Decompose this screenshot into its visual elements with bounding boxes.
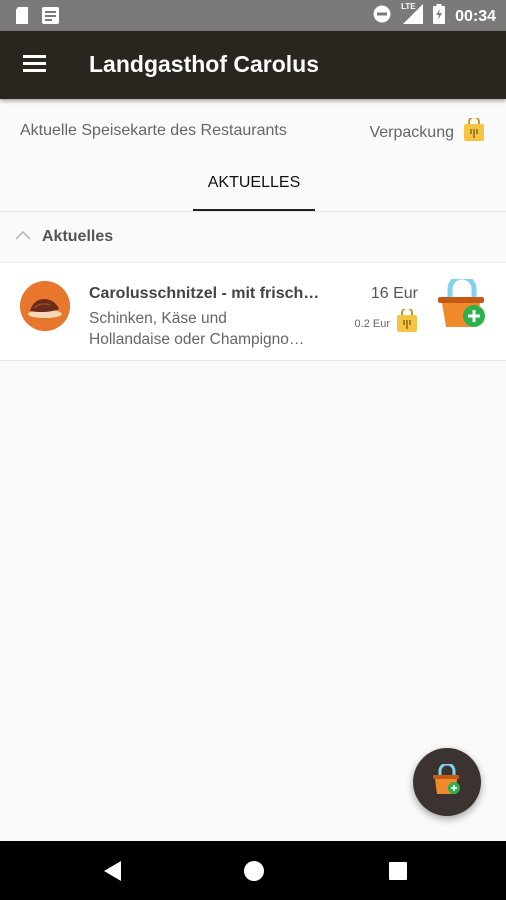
app-bar: Landgasthof Carolus — [0, 31, 506, 99]
takeaway-bag-icon — [462, 116, 486, 147]
takeaway-bag-icon — [396, 307, 418, 338]
list-item[interactable]: Carolusschnitzel - mit frisch… Schinken,… — [0, 262, 506, 361]
tab-aktuelles[interactable]: AKTUELLES — [193, 160, 315, 210]
status-bar: LTE 00:34 — [0, 0, 506, 31]
item-description-line: Schinken, Käse und — [89, 310, 227, 327]
sd-card-icon — [14, 7, 30, 29]
home-icon[interactable] — [242, 859, 266, 883]
item-price: 16 Eur — [370, 285, 418, 302]
back-icon[interactable] — [100, 859, 124, 883]
packaging-button[interactable]: Verpackung — [369, 116, 486, 147]
chevron-up-icon — [14, 228, 32, 246]
status-time: 00:34 — [455, 7, 496, 25]
do-not-disturb-icon — [373, 5, 391, 28]
battery-icon — [433, 4, 446, 29]
item-description: Schinken, Käse und Hollandaise oder Cham… — [89, 308, 304, 350]
item-name: Carolusschnitzel - mit frisch… — [89, 285, 320, 302]
network-label: LTE — [401, 2, 416, 11]
item-packaging: 0.2 Eur — [354, 307, 418, 338]
section-title: Aktuelles — [42, 228, 114, 245]
section-header-aktuelles[interactable]: Aktuelles — [14, 222, 113, 252]
signal-icon: LTE — [401, 2, 424, 29]
menu-subtitle: Aktuelle Speisekarte des Restaurants — [20, 122, 287, 139]
basket-fab[interactable] — [413, 748, 481, 816]
hamburger-menu-icon[interactable] — [22, 53, 48, 77]
basket-icon — [432, 762, 462, 801]
item-packaging-price: 0.2 Eur — [354, 317, 390, 330]
app-title: Landgasthof Carolus — [89, 51, 320, 77]
add-to-basket-icon[interactable] — [436, 274, 488, 331]
system-nav-bar — [0, 841, 506, 900]
tabs-divider — [0, 211, 506, 212]
item-description-line: Hollandaise oder Champigno… — [89, 331, 305, 348]
packaging-label: Verpackung — [369, 123, 454, 141]
notification-icon — [42, 7, 59, 29]
schnitzel-food-icon — [20, 281, 70, 331]
recents-icon[interactable] — [386, 859, 410, 883]
